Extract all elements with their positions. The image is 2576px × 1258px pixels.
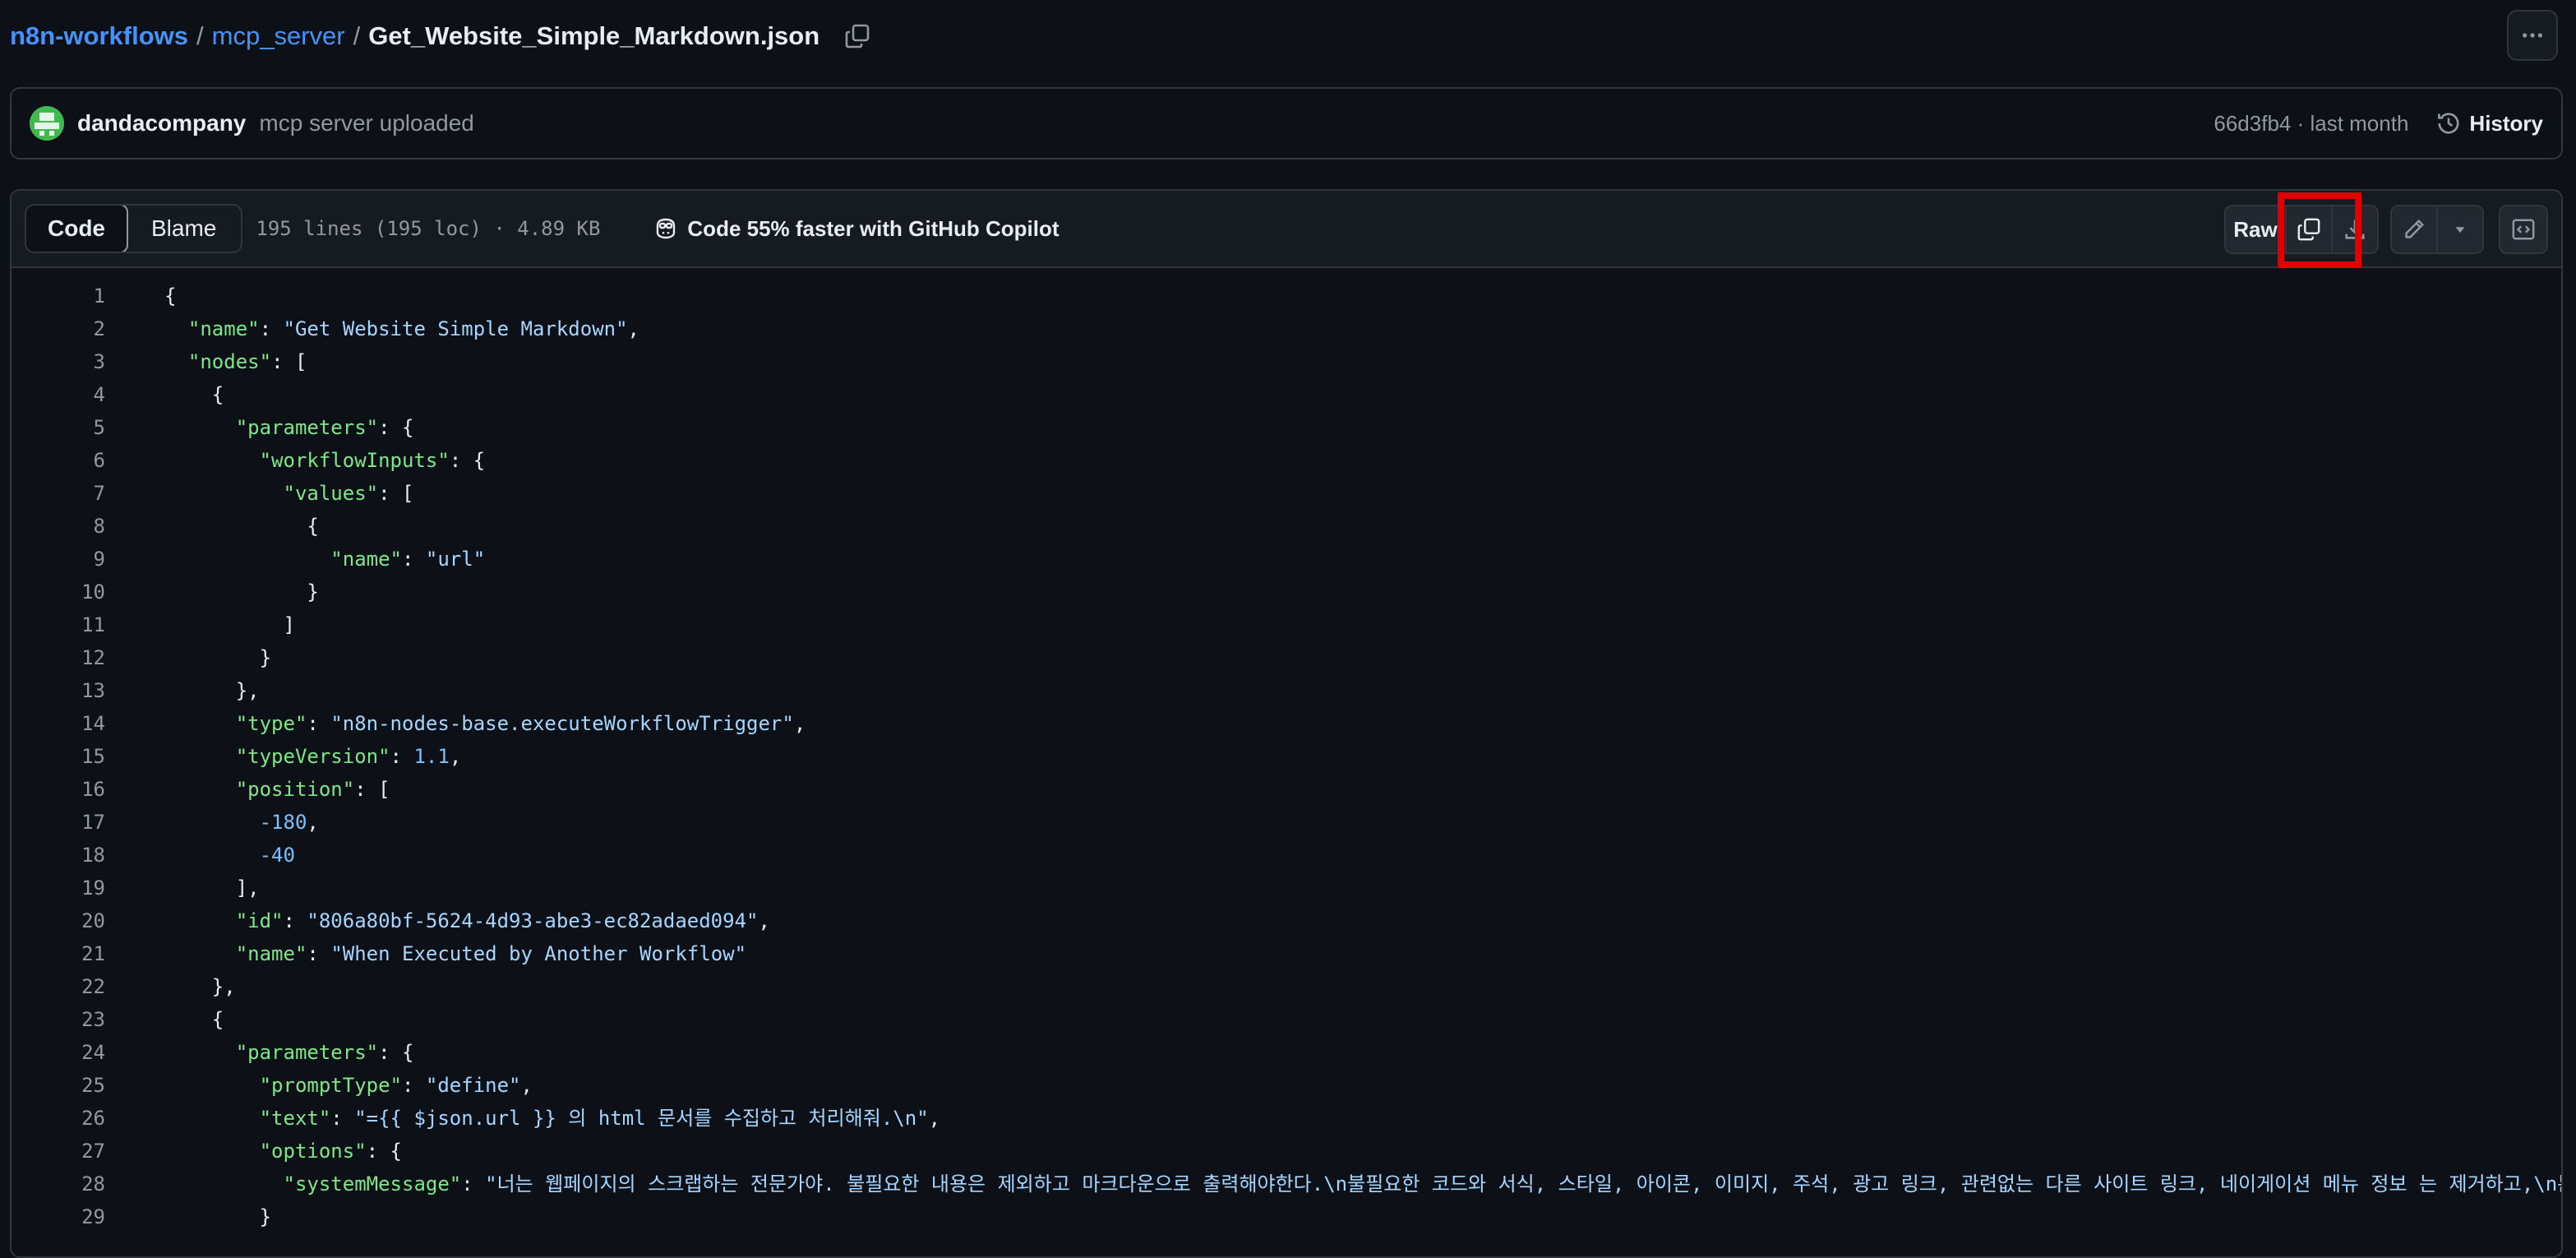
line-number[interactable]: 7 bbox=[12, 477, 105, 510]
line-number[interactable]: 22 bbox=[12, 970, 105, 1003]
line-number[interactable]: 19 bbox=[12, 872, 105, 904]
line-number[interactable]: 26 bbox=[12, 1102, 105, 1135]
avatar[interactable] bbox=[30, 106, 64, 141]
code-text: "position": [ bbox=[235, 778, 390, 801]
code-text: "parameters": { bbox=[235, 416, 414, 439]
copy-raw-button[interactable] bbox=[2287, 206, 2333, 252]
copilot-promo-link[interactable]: Code 55% faster with GitHub Copilot bbox=[653, 215, 1059, 242]
code-text: { bbox=[164, 1008, 224, 1031]
code-text: } bbox=[164, 580, 319, 604]
line-number[interactable]: 8 bbox=[12, 510, 105, 543]
symbols-panel-button[interactable] bbox=[2499, 205, 2548, 254]
code-text: ] bbox=[164, 613, 295, 636]
code-text: }, bbox=[164, 975, 236, 998]
code-embed-icon bbox=[2512, 219, 2535, 240]
history-icon bbox=[2438, 113, 2459, 134]
latest-commit-bar: dandacompany mcp server uploaded 66d3fb4… bbox=[10, 87, 2563, 160]
code-text: "name": "Get Website Simple Markdown", bbox=[187, 317, 639, 340]
line-number[interactable]: 18 bbox=[12, 839, 105, 872]
line-number[interactable]: 21 bbox=[12, 937, 105, 970]
history-button[interactable]: History bbox=[2436, 111, 2543, 136]
code-text: "nodes": [ bbox=[187, 350, 307, 373]
code-text: -180, bbox=[259, 811, 319, 834]
code-text: "name": "url" bbox=[330, 548, 486, 571]
breadcrumb: n8n-workflows / mcp_server / Get_Website… bbox=[10, 15, 874, 58]
chevron-down-icon bbox=[2455, 227, 2465, 234]
avatar-icon bbox=[30, 106, 64, 141]
line-number[interactable]: 13 bbox=[12, 674, 105, 707]
raw-button[interactable]: Raw bbox=[2226, 206, 2287, 252]
breadcrumb-separator: / bbox=[196, 21, 204, 50]
code-text: "typeVersion": 1.1, bbox=[235, 745, 462, 768]
code-text: ], bbox=[164, 876, 260, 900]
code-text: "parameters": { bbox=[235, 1041, 414, 1064]
breadcrumb-folder-link[interactable]: mcp_server bbox=[212, 21, 345, 51]
code-text: -40 bbox=[259, 844, 295, 867]
history-label: History bbox=[2469, 110, 2543, 136]
code-text: "options": { bbox=[259, 1140, 402, 1163]
line-number[interactable]: 14 bbox=[12, 707, 105, 740]
line-number[interactable]: 10 bbox=[12, 576, 105, 608]
line-number[interactable]: 6 bbox=[12, 444, 105, 477]
copy-icon bbox=[2297, 218, 2320, 241]
tab-blame[interactable]: Blame bbox=[127, 206, 241, 252]
view-toggle: Code Blame bbox=[25, 204, 243, 253]
line-number[interactable]: 29 bbox=[12, 1200, 105, 1233]
commit-meta[interactable]: 66d3fb4 · last month bbox=[2214, 111, 2408, 136]
edit-options-dropdown[interactable] bbox=[2438, 206, 2482, 252]
code-text: "promptType": "define", bbox=[259, 1074, 533, 1097]
raw-copy-download-group: Raw bbox=[2224, 205, 2379, 254]
code-text: }, bbox=[164, 679, 260, 702]
code-text: "id": "806a80bf-5624-4d93-abe3-ec82adaed… bbox=[235, 909, 770, 932]
code-text: "type": "n8n-nodes-base.executeWorkflowT… bbox=[235, 712, 806, 735]
line-number[interactable]: 15 bbox=[12, 740, 105, 773]
line-number[interactable]: 17 bbox=[12, 806, 105, 839]
download-icon bbox=[2345, 220, 2365, 239]
line-number[interactable]: 2 bbox=[12, 312, 105, 345]
copilot-promo-label: Code 55% faster with GitHub Copilot bbox=[687, 215, 1059, 241]
line-number[interactable]: 16 bbox=[12, 773, 105, 806]
line-number[interactable]: 27 bbox=[12, 1135, 105, 1168]
copilot-icon bbox=[657, 218, 676, 239]
tab-code[interactable]: Code bbox=[26, 206, 128, 252]
line-number[interactable]: 9 bbox=[12, 543, 105, 576]
code-text: "text": "={{ $json.url }} 의 html 문서를 수집하… bbox=[259, 1107, 941, 1130]
code-text: { bbox=[164, 515, 319, 538]
line-number[interactable]: 4 bbox=[12, 378, 105, 411]
edit-group bbox=[2390, 205, 2484, 254]
file-info: 195 lines (195 loc) · 4.89 KB bbox=[256, 217, 601, 240]
line-number[interactable]: 3 bbox=[12, 345, 105, 378]
line-number[interactable]: 12 bbox=[12, 641, 105, 674]
line-number[interactable]: 20 bbox=[12, 904, 105, 937]
code-text: { bbox=[164, 383, 224, 406]
code-text: "systemMessage": "너는 웹페이지의 스크랩하는 전문가야. 불… bbox=[283, 1172, 2563, 1196]
line-number[interactable]: 25 bbox=[12, 1069, 105, 1102]
file-viewer: Code Blame 195 lines (195 loc) · 4.89 KB… bbox=[10, 189, 2563, 1258]
line-number[interactable]: 23 bbox=[12, 1003, 105, 1036]
code-text: "name": "When Executed by Another Workfl… bbox=[235, 942, 747, 965]
copy-path-button[interactable] bbox=[841, 20, 874, 53]
line-number[interactable]: 24 bbox=[12, 1036, 105, 1069]
file-header: Code Blame 195 lines (195 loc) · 4.89 KB… bbox=[12, 191, 2561, 268]
edit-file-button[interactable] bbox=[2392, 206, 2438, 252]
code-text: } bbox=[164, 646, 272, 669]
commit-author-link[interactable]: dandacompany bbox=[77, 110, 246, 136]
commit-message-link[interactable]: mcp server uploaded bbox=[259, 110, 473, 136]
download-button[interactable] bbox=[2333, 206, 2377, 252]
breadcrumb-repo-link[interactable]: n8n-workflows bbox=[10, 21, 188, 51]
line-number[interactable]: 1 bbox=[12, 280, 105, 312]
breadcrumb-separator: / bbox=[353, 21, 361, 50]
pencil-icon bbox=[2405, 219, 2425, 238]
more-options-button[interactable] bbox=[2507, 10, 2558, 61]
line-number[interactable]: 28 bbox=[12, 1168, 105, 1200]
code-text: "workflowInputs": { bbox=[259, 449, 486, 472]
breadcrumb-file-name: Get_Website_Simple_Markdown.json bbox=[368, 21, 820, 50]
kebab-icon bbox=[2523, 33, 2542, 38]
code-text: } bbox=[164, 1205, 272, 1228]
copy-icon bbox=[845, 24, 870, 49]
line-number[interactable]: 11 bbox=[12, 608, 105, 641]
code-text: "values": [ bbox=[283, 482, 414, 505]
code-text: { bbox=[164, 284, 177, 308]
line-number[interactable]: 5 bbox=[12, 411, 105, 444]
